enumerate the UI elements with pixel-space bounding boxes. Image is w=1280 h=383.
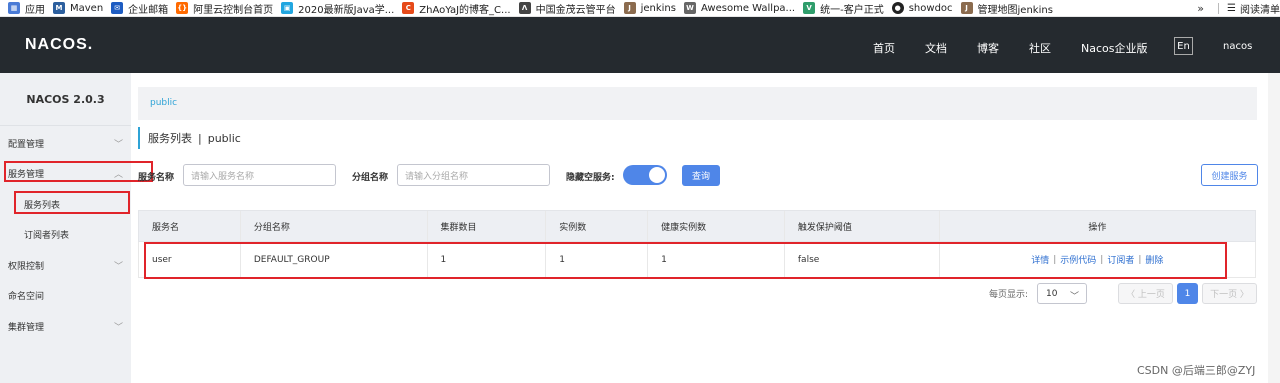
csdn-icon: C — [402, 2, 415, 14]
logo-a-icon: Λ — [518, 2, 531, 14]
divider — [1218, 3, 1220, 14]
highlight-service-row — [144, 242, 1227, 279]
header-threshold: 触发保护阈值 — [785, 211, 940, 241]
more-bookmarks-button[interactable]: » — [1197, 2, 1204, 15]
sidebar: NACOS 2.0.3 配置管理 ﹀ 服务管理 ︿ 服务列表 订阅者列表 权限控… — [0, 73, 131, 383]
bookmark-jinmao[interactable]: Λ 中国金茂云管平台 — [518, 1, 616, 16]
header-clusters: 集群数目 — [428, 211, 547, 241]
bookmark-customer[interactable]: V 统一-客户正式 — [803, 1, 884, 16]
page-title: 服务列表 | public — [138, 127, 241, 149]
group-name-input[interactable]: 请输入分组名称 — [397, 164, 550, 186]
nacos-logo[interactable]: NACOS. — [25, 36, 93, 54]
create-service-button[interactable]: 创建服务 — [1201, 164, 1258, 186]
jenkins-icon: J — [960, 2, 973, 14]
bookmark-showdoc[interactable]: ● showdoc — [891, 2, 953, 14]
per-page-label: 每页显示: — [989, 290, 1029, 300]
sidebar-item-namespace[interactable]: 命名空间 — [0, 280, 131, 310]
toggle-knob — [649, 167, 665, 183]
service-name-input[interactable]: 请输入服务名称 — [183, 164, 336, 186]
sidebar-item-auth[interactable]: 权限控制 ﹀ — [0, 250, 131, 280]
chevron-down-icon: ﹀ — [113, 139, 123, 150]
sidebar-item-cluster[interactable]: 集群管理 ﹀ — [0, 311, 131, 341]
hide-empty-toggle[interactable] — [623, 165, 667, 185]
bookmark-mail[interactable]: ✉ 企业邮箱 — [111, 1, 168, 16]
bookmark-jenkins-map[interactable]: J 管理地图jenkins — [960, 1, 1053, 16]
service-name-label: 服务名称 — [138, 173, 175, 183]
bookmark-jenkins[interactable]: J jenkins — [623, 2, 676, 14]
header-service: 服务名 — [139, 211, 241, 241]
nav-docs[interactable]: 文档 — [925, 40, 947, 56]
header-healthy: 健康实例数 — [648, 211, 785, 241]
bookmark-csdn[interactable]: C ZhAoYaJ的博客_C... — [402, 1, 511, 16]
sidebar-item-config[interactable]: 配置管理 ﹀ — [0, 128, 131, 158]
per-page-select[interactable]: 10 ﹀ — [1037, 283, 1087, 304]
sidebar-item-subscribers[interactable]: 订阅者列表 — [0, 219, 131, 249]
version-title: NACOS 2.0.3 — [0, 73, 131, 126]
main-content: public 服务列表 | public 服务名称 请输入服务名称 分组名称 请… — [131, 73, 1280, 383]
mail-icon: ✉ — [111, 2, 124, 14]
bookmark-wallpaper[interactable]: W Awesome Wallpa... — [683, 2, 795, 14]
nav-blog[interactable]: 博客 — [977, 40, 999, 56]
showdoc-icon: ● — [891, 2, 904, 14]
nav-community[interactable]: 社区 — [1029, 40, 1051, 56]
scrollbar[interactable] — [1268, 73, 1280, 383]
hide-empty-label: 隐藏空服务: — [566, 173, 615, 183]
header-ops: 操作 — [1088, 222, 1107, 233]
language-switch-button[interactable]: En — [1174, 37, 1193, 55]
breadcrumb-namespace[interactable]: public — [150, 98, 177, 108]
top-navbar: NACOS. 首页 文档 博客 社区 Nacos企业版 En nacos — [0, 17, 1280, 73]
wallpaper-icon: W — [683, 2, 696, 14]
chevron-down-icon: ﹀ — [1069, 292, 1079, 302]
page-1-button[interactable]: 1 — [1177, 283, 1198, 304]
bookmark-aliyun[interactable]: {} 阿里云控制台首页 — [176, 1, 273, 16]
bookmark-java[interactable]: ▣ 2020最新版Java学... — [281, 1, 394, 16]
breadcrumb: public — [138, 87, 1257, 120]
group-name-label: 分组名称 — [352, 173, 389, 183]
highlight-service-list — [14, 191, 130, 214]
next-page-button[interactable]: 下一页 〉 — [1202, 283, 1257, 304]
chevron-down-icon: ﹀ — [113, 322, 123, 333]
nav-home[interactable]: 首页 — [873, 40, 895, 56]
user-name[interactable]: nacos — [1223, 41, 1252, 52]
header-instances: 实例数 — [546, 211, 649, 241]
bookmark-apps[interactable]: ▦ 应用 — [8, 1, 45, 16]
watermark: CSDN @后端三郎@ZYJ — [1137, 364, 1256, 377]
bilibili-icon: ▣ — [281, 2, 294, 14]
vue-icon: V — [803, 2, 816, 14]
header-group: 分组名称 — [241, 211, 428, 241]
bookmark-maven[interactable]: M Maven — [53, 2, 103, 14]
bookmarks-bar: ▦ 应用 M Maven ✉ 企业邮箱 {} 阿里云控制台首页 ▣ 2020最新… — [0, 0, 1280, 17]
table-header: 服务名 分组名称 集群数目 实例数 健康实例数 触发保护阈值 操作 — [138, 210, 1256, 242]
chevron-down-icon: ﹀ — [113, 261, 123, 272]
mvn-icon: M — [53, 2, 65, 14]
apps-grid-icon: ▦ — [8, 2, 20, 14]
aliyun-icon: {} — [176, 2, 189, 14]
reading-list-button[interactable]: ☰ 阅读清单 — [1227, 1, 1280, 16]
bookmarks-right: » ☰ 阅读清单 — [1197, 0, 1280, 16]
query-button[interactable]: 查询 — [682, 165, 720, 186]
prev-page-button[interactable]: 〈 上一页 — [1118, 283, 1173, 304]
nav-enterprise[interactable]: Nacos企业版 — [1081, 40, 1147, 56]
jenkins-icon: J — [623, 2, 636, 14]
reading-list-icon: ☰ — [1227, 3, 1236, 14]
